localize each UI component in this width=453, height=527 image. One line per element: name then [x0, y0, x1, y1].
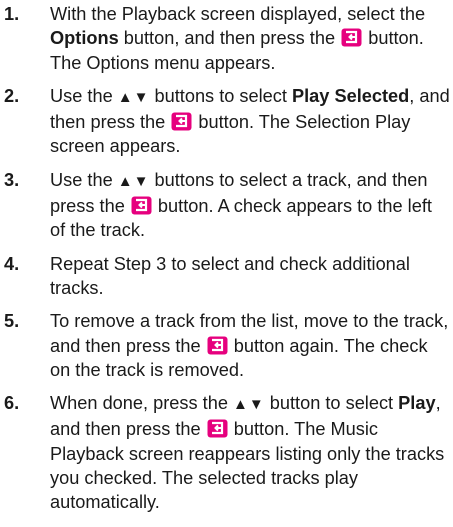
step-text: button, and then press the [118, 28, 341, 49]
enter-icon [207, 419, 228, 438]
enter-icon [171, 112, 192, 131]
up-down-arrows-icon: ▲▼ [117, 88, 150, 106]
enter-icon [131, 196, 152, 215]
up-down-arrows-icon: ▲▼ [117, 172, 150, 190]
step-text: Use the [50, 169, 118, 190]
step-6: 6. When done, press the ▲▼ button to sele… [4, 391, 450, 514]
step-text: buttons to select [149, 85, 292, 106]
step-4: 4. Repeat Step 3 to select and check addi… [4, 252, 450, 301]
step-number: 1. [4, 4, 20, 24]
play-label: Play [398, 393, 436, 414]
step-text: Repeat Step 3 to select and check additi… [50, 253, 410, 298]
step-number: 3. [4, 169, 20, 190]
step-number: 2. [4, 85, 20, 106]
up-down-arrows-icon: ▲▼ [233, 396, 265, 414]
step-text: button to select [264, 393, 399, 414]
step-number: 6. [4, 393, 20, 414]
instruction-steps: 1. With the Playback screen displayed, se… [4, 2, 450, 524]
step-text: When done, press the [50, 393, 233, 414]
step-2: 2. Use the ▲▼ buttons to select Play Sele… [4, 84, 450, 159]
step-number: 5. [4, 311, 20, 332]
step-3: 3. Use the ▲▼ buttons to select a track, … [4, 168, 450, 243]
step-text: With the Playback screen displayed, sele… [50, 4, 426, 24]
step-1: 1. With the Playback screen displayed, se… [4, 2, 450, 75]
step-number: 4. [4, 253, 20, 274]
options-button-label: Options [50, 28, 119, 49]
play-selected-label: Play Selected [292, 85, 410, 106]
enter-icon [341, 28, 362, 47]
step-text: Use the [50, 85, 118, 106]
enter-icon [207, 336, 228, 355]
step-5: 5. To remove a track from the list, move … [4, 309, 450, 382]
